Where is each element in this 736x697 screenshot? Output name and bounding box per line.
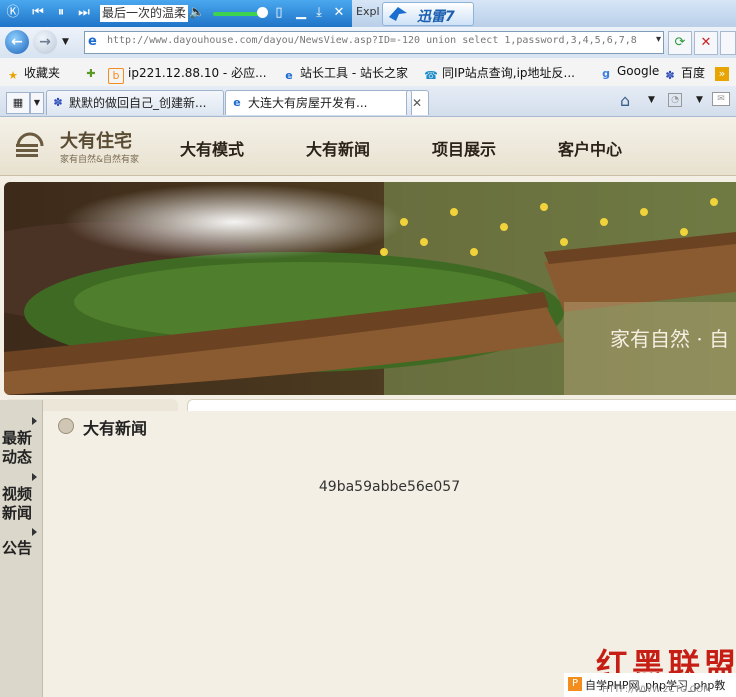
watermark-logo-icon: P [568, 677, 582, 691]
ie-page-icon: e [88, 34, 97, 49]
feed-icon[interactable]: ◔ [668, 93, 682, 107]
favorites-label: 收藏夹 [24, 66, 61, 80]
window-title-bar: Expl 迅雷7 [352, 0, 736, 27]
news-body-text: 49ba59abbe56e057 [318, 479, 461, 495]
download-icon[interactable]: ⤓ [310, 4, 328, 22]
overflow-icon: » [715, 67, 729, 81]
player-track-title: 最后一次的温柔 [100, 5, 188, 22]
tab-close-icon[interactable]: ✕ [412, 91, 422, 115]
sidebar-item-notice[interactable]: 公告 [2, 539, 34, 558]
volume-slider-knob[interactable] [257, 7, 268, 18]
window-title: Expl [356, 5, 380, 18]
logo-tagline: 家有自然&自然有家 [60, 155, 140, 165]
address-field[interactable]: e http://www.dayouhouse.com/dayou/NewsVi… [84, 31, 664, 54]
nav-item[interactable]: 大有新闻 [306, 136, 370, 160]
sidebar-item-video[interactable]: 视频新闻 [2, 485, 34, 523]
favorite-link[interactable]: b ip221.12.88.10 - 必应... [108, 64, 267, 84]
volume-icon[interactable]: 🔈 [188, 4, 206, 22]
chevron-right-icon [32, 473, 37, 481]
ie-page-icon: e [285, 69, 293, 82]
phone-icon: ☎ [424, 69, 438, 82]
sidebar-item-latest[interactable]: 最新动态 [2, 429, 34, 467]
player-logo-icon[interactable]: Ⓚ [4, 4, 22, 22]
quick-tabs-button[interactable]: ▦ [6, 92, 30, 114]
more-favorites-icon[interactable]: » [715, 64, 733, 81]
add-favorite-icon[interactable]: ✚ [84, 64, 102, 81]
home-icon[interactable]: ⌂ [620, 91, 630, 110]
address-dropdown-icon[interactable]: ▾ [656, 34, 661, 45]
back-button[interactable]: ← [5, 30, 29, 54]
pause-icon[interactable]: ⏸ [52, 4, 70, 22]
bing-icon: b [108, 68, 124, 84]
favorite-link[interactable]: ✽ 百度 [663, 64, 705, 83]
favorite-link[interactable]: g Google [599, 64, 659, 81]
favorites-button[interactable]: ★ 收藏夹 [6, 64, 60, 83]
hero-banner: 家有自然 · 自 [4, 182, 736, 395]
watermark-url: HTTP://WWW.2CTO.COM [602, 685, 711, 695]
new-tab-button[interactable] [406, 90, 412, 115]
favorite-label: Google [617, 64, 660, 78]
star-icon: ★ [8, 69, 18, 82]
ie-page-icon: e [233, 96, 241, 109]
favorite-label: ip221.12.88.10 - 必应... [128, 66, 267, 80]
favorite-link[interactable]: e 站长工具 - 站长之家 [282, 64, 408, 83]
sidebar: 最新动态 视频新闻 公告 [0, 400, 43, 697]
home-dropdown-icon[interactable]: ▼ [648, 95, 655, 105]
media-player-bar: Ⓚ ⏮ ⏸ ⏭ 最后一次的温柔 🔈 ▯ ▁ ⤓ ✕ [0, 0, 352, 27]
address-url: http://www.dayouhouse.com/dayou/NewsView… [107, 35, 637, 46]
favorite-link[interactable]: ☎ 同IP站点查询,ip地址反... [424, 64, 575, 83]
volume-slider[interactable] [213, 12, 263, 16]
search-box-edge[interactable] [720, 31, 736, 55]
baidu-icon: ✽ [665, 69, 675, 82]
close-icon[interactable]: ✕ [330, 4, 348, 22]
forward-button[interactable]: → [33, 30, 57, 54]
section-emblem-icon [58, 418, 74, 434]
tab-bar: ▦ ▼ ✽ 默默的做回自己_创建新... e 大连大有房屋开发有... ✕ ⌂ ▼ … [0, 86, 736, 117]
tab-label: 大连大有房屋开发有... [248, 96, 368, 110]
favorite-label: 同IP站点查询,ip地址反... [442, 66, 575, 80]
favorite-label: 百度 [681, 66, 706, 80]
logo-house-icon [16, 132, 44, 157]
feed-dropdown-icon[interactable]: ▼ [696, 95, 703, 105]
site-header: 大有住宅 家有自然&自然有家 大有模式 大有新闻 项目展示 客户中心 [0, 117, 736, 176]
tab-label: 默默的做回自己_创建新... [69, 96, 207, 110]
nav-item[interactable]: 项目展示 [432, 136, 496, 160]
garden-photo: 家有自然 · 自 [4, 182, 736, 395]
nav-item[interactable]: 大有模式 [180, 136, 244, 160]
chevron-right-icon [32, 417, 37, 425]
nav-item[interactable]: 客户中心 [558, 136, 622, 160]
favorites-bar: ★ 收藏夹 ✚ b ip221.12.88.10 - 必应... e 站长工具 - 站… [0, 58, 736, 87]
prev-icon[interactable]: ⏮ [29, 4, 47, 22]
logo-name[interactable]: 大有住宅 [60, 127, 132, 153]
section-title: 大有新闻 [83, 419, 148, 438]
paw-icon: ✽ [53, 96, 63, 109]
stop-icon[interactable]: ✕ [694, 31, 718, 55]
google-icon: g [602, 67, 610, 80]
tab-active[interactable]: e 大连大有房屋开发有... ✕ [225, 90, 429, 115]
favorite-label: 站长工具 - 站长之家 [300, 66, 408, 80]
xunlei-button[interactable]: 迅雷7 [382, 2, 474, 26]
document-icon[interactable]: ▯ [270, 4, 288, 22]
banner-slogan: 家有自然 · 自 [610, 327, 729, 351]
add-star-icon: ✚ [86, 67, 96, 80]
mail-icon[interactable]: ✉ [712, 92, 730, 106]
history-dropdown-icon[interactable]: ▼ [62, 37, 69, 47]
chevron-right-icon [32, 528, 37, 536]
tab-list-button[interactable]: ▼ [30, 92, 44, 114]
xunlei-label: 迅雷7 [417, 9, 455, 25]
refresh-icon[interactable]: ⟳ [668, 31, 692, 55]
bird-icon [389, 7, 407, 21]
minimize-icon[interactable]: ▁ [292, 4, 310, 22]
next-icon[interactable]: ⏭ [75, 4, 93, 22]
tab-inactive[interactable]: ✽ 默默的做回自己_创建新... [46, 90, 224, 115]
address-toolbar: ← → ▼ e http://www.dayouhouse.com/dayou/… [0, 27, 736, 59]
